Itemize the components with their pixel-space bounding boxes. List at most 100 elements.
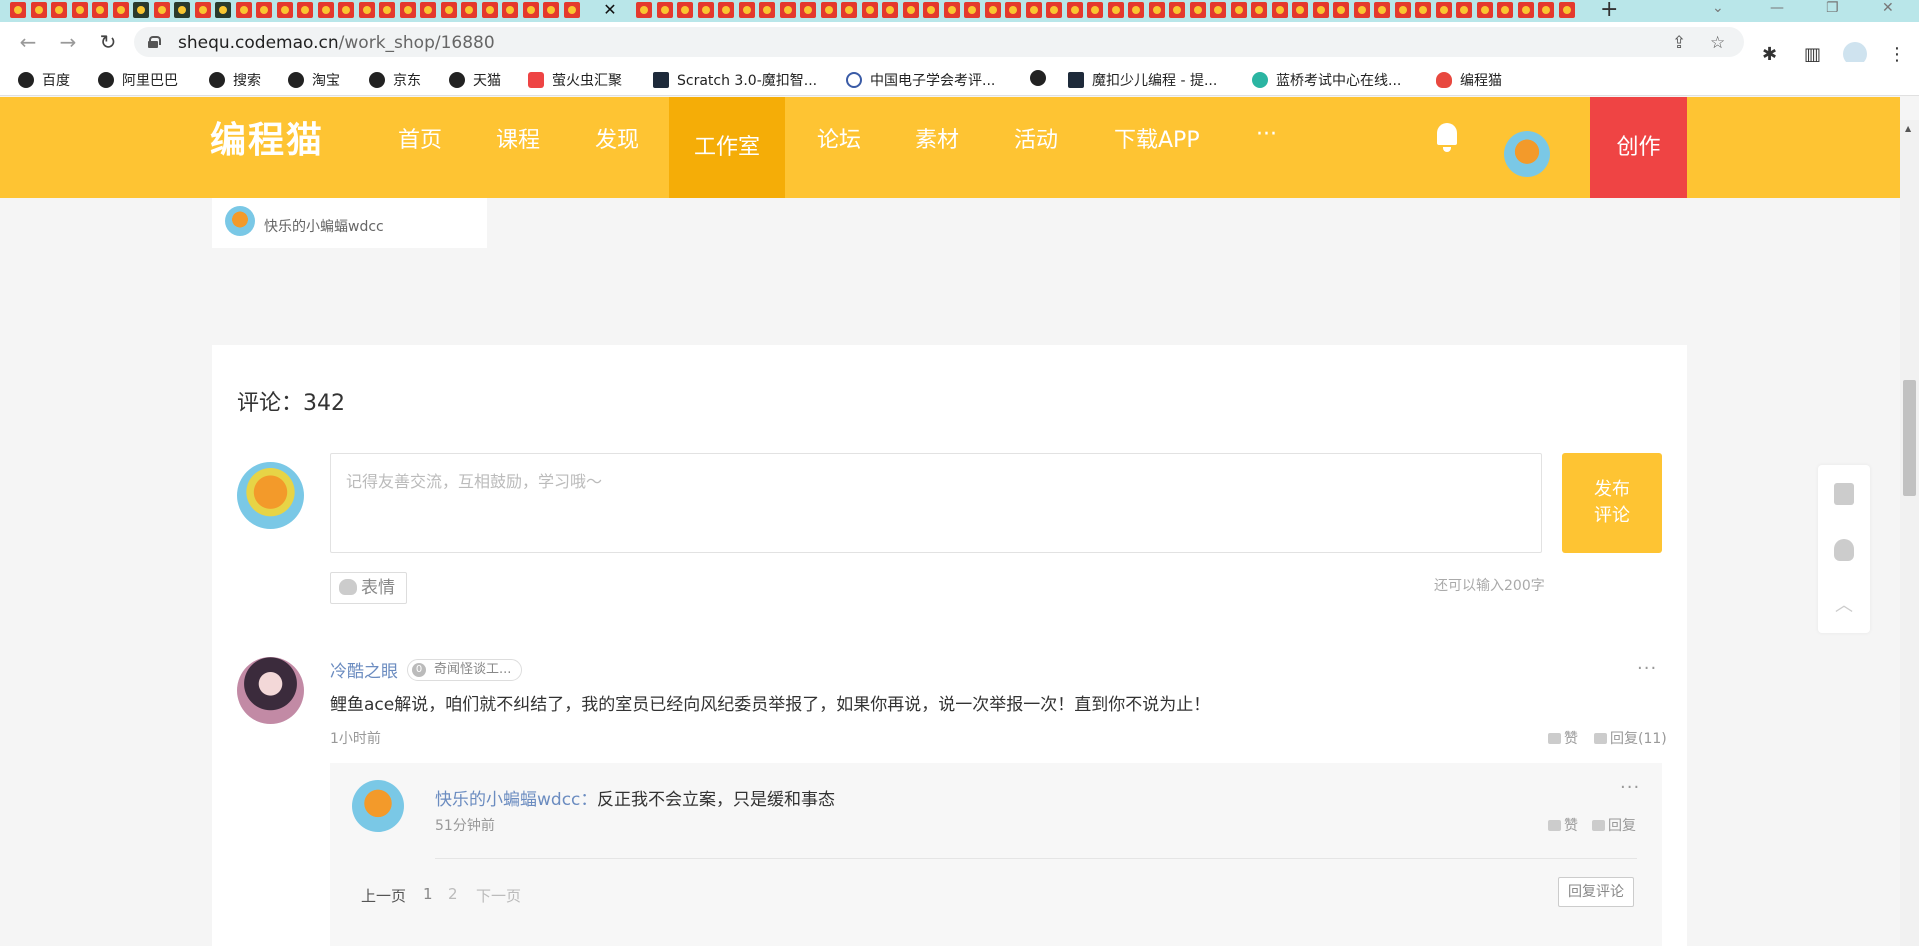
tab-favicon[interactable]: [984, 2, 1001, 18]
tab-favicon[interactable]: [1353, 2, 1370, 18]
bookmark-item[interactable]: 萤火虫汇聚: [528, 70, 622, 90]
bookmark-item[interactable]: 阿里巴巴: [98, 70, 178, 90]
tab-favicon[interactable]: [697, 2, 714, 18]
nav-discover[interactable]: 发现: [595, 122, 639, 154]
tab-favicon[interactable]: [1128, 2, 1144, 18]
studio-badge[interactable]: 0 奇闻怪谈工...: [407, 659, 523, 681]
post-comment-button[interactable]: 发布 评论: [1562, 453, 1662, 553]
bookmark-item[interactable]: 编程猫: [1436, 70, 1502, 90]
tab-favicon[interactable]: [1312, 2, 1329, 18]
back-to-top-icon[interactable]: ︿: [1834, 595, 1854, 617]
bell-icon[interactable]: [1434, 123, 1460, 153]
tab-favicon[interactable]: [1251, 2, 1267, 18]
nav-download-app[interactable]: 下载APP: [1114, 122, 1200, 154]
pager-next[interactable]: 下一页: [476, 885, 521, 906]
tab-favicon[interactable]: [522, 2, 539, 18]
bookmark-item[interactable]: [1030, 70, 1054, 86]
bookmark-item[interactable]: Scratch 3.0-魔扣智...: [653, 70, 817, 90]
pager-prev[interactable]: 上一页: [361, 885, 406, 906]
tab-favicon[interactable]: [964, 2, 980, 18]
nav-courses[interactable]: 课程: [496, 122, 540, 154]
share-icon[interactable]: ⇪: [1672, 33, 1686, 53]
url-input[interactable]: shequ.codemao.cn/work_shop/16880 ⇪ ☆: [134, 27, 1744, 57]
tab-favicon[interactable]: [1230, 2, 1247, 18]
tab-favicon[interactable]: [358, 2, 375, 18]
tab-favicon[interactable]: [30, 2, 47, 18]
tab-favicon[interactable]: [1148, 2, 1165, 18]
tab-favicon[interactable]: [481, 2, 498, 18]
tab-favicon[interactable]: [1169, 2, 1185, 18]
tab-favicon[interactable]: [10, 2, 26, 18]
tab-favicon[interactable]: [656, 2, 673, 18]
tab-favicon[interactable]: [882, 2, 898, 18]
tab-favicon[interactable]: [1558, 2, 1575, 18]
tab-favicon[interactable]: [338, 2, 354, 18]
tab-favicon[interactable]: [297, 2, 313, 18]
author-avatar[interactable]: [225, 206, 255, 236]
tab-favicon[interactable]: [133, 2, 149, 18]
reply-like-button[interactable]: 赞: [1548, 815, 1578, 835]
tab-favicon[interactable]: [92, 2, 108, 18]
bookmark-item[interactable]: 淘宝: [288, 70, 340, 90]
tab-favicon[interactable]: [1005, 2, 1021, 18]
bookmark-item[interactable]: 天猫: [449, 70, 501, 90]
tab-favicon[interactable]: [317, 2, 334, 18]
bookmark-item[interactable]: 蓝桥考试中心在线...: [1252, 70, 1401, 90]
qq-icon[interactable]: [1834, 539, 1854, 561]
forward-icon[interactable]: →: [56, 30, 80, 54]
minimize-icon[interactable]: —: [1770, 0, 1784, 16]
create-button[interactable]: 创作: [1590, 97, 1687, 198]
tab-favicon[interactable]: [461, 2, 477, 18]
tab-favicon[interactable]: [1476, 2, 1493, 18]
pager-page-2[interactable]: 2: [448, 885, 458, 903]
bookmark-item[interactable]: 中国电子学会考评...: [846, 70, 995, 90]
tab-favicon[interactable]: [1107, 2, 1124, 18]
comment-input[interactable]: 记得友善交流，互相鼓励，学习哦～: [330, 453, 1542, 553]
reply-avatar[interactable]: [352, 780, 404, 832]
author-name[interactable]: 快乐的小蝙蝠wdcc: [264, 216, 384, 236]
tab-favicon[interactable]: [923, 2, 939, 18]
tab-favicon[interactable]: [1292, 2, 1308, 18]
tab-favicon[interactable]: [440, 2, 457, 18]
bookmark-star-icon[interactable]: ☆: [1710, 33, 1725, 53]
tab-favicon[interactable]: [543, 2, 559, 18]
reply-reply-button[interactable]: 回复: [1592, 815, 1636, 835]
nav-workshop[interactable]: 工作室: [669, 97, 786, 198]
tab-favicon[interactable]: [215, 2, 231, 18]
tab-favicon[interactable]: [1046, 2, 1062, 18]
tab-favicon[interactable]: [718, 2, 734, 18]
pager-page-1[interactable]: 1: [423, 885, 433, 903]
scroll-up-icon[interactable]: ▲: [1905, 124, 1911, 133]
bookmark-item[interactable]: 魔扣少儿编程 - 提...: [1068, 70, 1217, 90]
tab-favicon[interactable]: [759, 2, 775, 18]
tab-favicon[interactable]: [1066, 2, 1083, 18]
back-icon[interactable]: ←: [16, 30, 40, 54]
tab-favicon[interactable]: [861, 2, 878, 18]
like-button[interactable]: 赞: [1548, 728, 1578, 748]
tab-favicon[interactable]: [1538, 2, 1554, 18]
reply-user[interactable]: 快乐的小蝙蝠wdcc：: [435, 785, 597, 810]
tab-favicon[interactable]: [779, 2, 796, 18]
tab-favicon[interactable]: [1025, 2, 1042, 18]
nav-materials[interactable]: 素材: [915, 122, 959, 154]
tab-favicon[interactable]: [636, 2, 652, 18]
reply-more-icon[interactable]: ···: [1620, 777, 1640, 798]
tab-favicon[interactable]: [820, 2, 837, 18]
user-avatar[interactable]: [1504, 131, 1550, 177]
scrollbar-thumb[interactable]: [1903, 380, 1916, 496]
chevron-down-icon[interactable]: ⌄: [1712, 0, 1724, 16]
tab-favicon[interactable]: [1271, 2, 1288, 18]
tab-favicon[interactable]: [1456, 2, 1472, 18]
tab-favicon[interactable]: [943, 2, 960, 18]
tab-favicon[interactable]: [800, 2, 816, 18]
restore-icon[interactable]: ❐: [1826, 0, 1839, 16]
site-logo[interactable]: 编程猫: [210, 111, 324, 163]
tab-favicon[interactable]: [677, 2, 693, 18]
tab-favicon[interactable]: [51, 2, 67, 18]
tab-favicon[interactable]: [153, 2, 170, 18]
tab-favicon[interactable]: [174, 2, 190, 18]
tab-favicon[interactable]: [563, 2, 580, 18]
tab-favicon[interactable]: [1497, 2, 1513, 18]
window-close-icon[interactable]: ✕: [1882, 0, 1894, 16]
tab-favicon[interactable]: [194, 2, 211, 18]
